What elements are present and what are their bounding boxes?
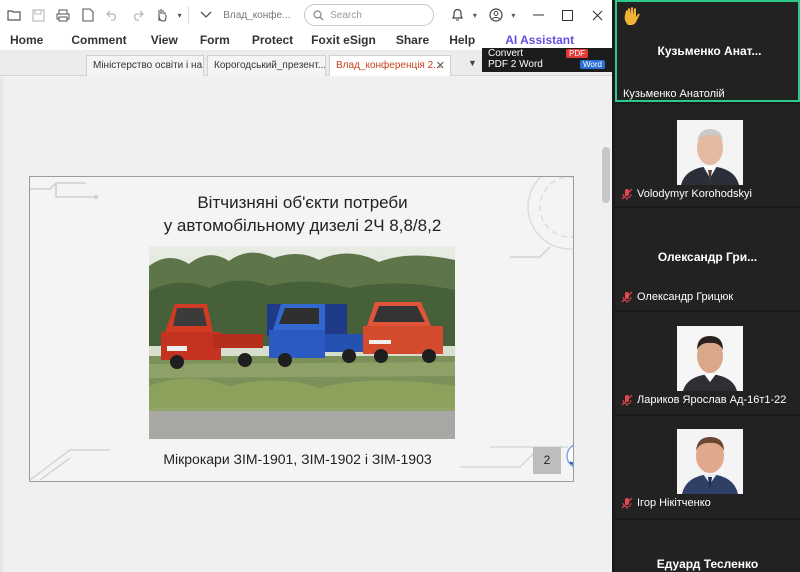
maximize-button[interactable] <box>553 0 583 30</box>
tab-list-dropdown-icon[interactable]: ▼ <box>468 58 477 68</box>
tab-document-3-active[interactable]: Влад_конференція 2... ✕ <box>329 55 451 76</box>
participant-name-label: Олександр Грицюк <box>637 291 734 303</box>
page-icon[interactable] <box>77 4 99 26</box>
participant-tile-4[interactable]: Лариков Ярослав Ад-16т1-22 <box>615 312 800 414</box>
search-placeholder: Search <box>330 9 362 21</box>
participant-tile-2[interactable]: Volodymyr Korohodskyi <box>615 104 800 206</box>
muted-mic-icon <box>621 291 633 303</box>
menu-form[interactable]: Form <box>188 33 240 47</box>
muted-mic-icon <box>621 497 633 509</box>
pdf-page-slide: Вітчизняні об'єкти потреби у автомобільн… <box>29 176 574 482</box>
print-icon[interactable] <box>52 4 74 26</box>
tab-document-1[interactable]: Міністерство освіти і на... <box>86 55 204 76</box>
close-tab-icon[interactable]: ✕ <box>436 59 445 72</box>
close-window-button[interactable] <box>582 0 612 30</box>
participant-name-label: Лариков Ярослав Ад-16т1-22 <box>637 394 787 406</box>
slide-title-line-2: у автомобільному дизелі 2Ч 8,8/8,2 <box>163 216 442 235</box>
participant-display-name: Кузьменко Анат... <box>657 44 762 58</box>
vertical-scrollbar[interactable] <box>600 77 612 572</box>
participant-display-name: Едуард Тесленко <box>656 557 759 571</box>
menu-protect[interactable]: Protect <box>240 33 303 47</box>
slide-title-line-1: Вітчизняні об'єкти потреби <box>197 193 408 212</box>
open-folder-icon[interactable] <box>3 4 25 26</box>
scrollbar-thumb[interactable] <box>602 147 610 203</box>
zoom-participants-panel: Кузьменко Анат... Кузьменко Анатолій Vol… <box>612 0 800 572</box>
account-dropdown-icon[interactable]: ▾ <box>509 4 517 26</box>
menu-view[interactable]: View <box>137 33 188 47</box>
slide-page-number: 2 <box>533 447 561 474</box>
university-logo-icon <box>566 444 573 468</box>
menu-home[interactable]: Home <box>0 33 53 47</box>
muted-mic-icon <box>621 394 633 406</box>
customize-toolbar-icon[interactable] <box>196 4 218 26</box>
menu-ai-assistant[interactable]: AI Assistant <box>485 33 584 47</box>
participant-name-label: Кузьменко Анатолій <box>623 88 725 100</box>
raised-hand-icon <box>624 7 640 25</box>
participant-name-label: Ігор Нікітченко <box>637 497 711 509</box>
notification-bell-icon[interactable] <box>446 4 468 26</box>
foxit-window: ▾ Влад_конфе... Search ▾ ▾ Home Comment <box>0 0 612 572</box>
participant-tile-3[interactable]: Олександр Гри... Олександр Грицюк <box>615 208 800 310</box>
tab-label: Міністерство освіти і на... <box>93 60 204 71</box>
redo-icon[interactable] <box>126 4 148 26</box>
participant-tile-1[interactable]: Кузьменко Анат... Кузьменко Анатолій <box>615 0 800 102</box>
muted-mic-icon <box>621 188 633 200</box>
menu-comment[interactable]: Comment <box>53 33 136 47</box>
minimize-button[interactable] <box>523 0 553 30</box>
participant-tile-6[interactable]: Едуард Тесленко <box>615 520 800 572</box>
menu-help[interactable]: Help <box>439 33 485 47</box>
tab-document-2[interactable]: Корогодський_презент... <box>207 55 326 76</box>
toolbar-separator <box>187 6 189 24</box>
save-icon[interactable] <box>28 4 50 26</box>
participant-display-name: Олександр Гри... <box>657 250 758 264</box>
convert-pdf-to-word-ad[interactable]: Convert PDF 2 Word PDF Word <box>482 48 612 72</box>
quick-access-toolbar: ▾ Влад_конфе... Search ▾ ▾ <box>0 0 612 30</box>
participant-avatar <box>677 429 743 494</box>
search-icon <box>313 9 324 20</box>
participant-avatar <box>677 326 743 391</box>
navigation-panel-edge[interactable] <box>0 77 3 572</box>
participant-name-label: Volodymyr Korohodskyi <box>637 188 752 200</box>
participant-avatar <box>677 120 743 185</box>
ribbon-menu: Home Comment View Form Protect Foxit eSi… <box>0 30 612 50</box>
undo-icon[interactable] <box>102 4 124 26</box>
hand-tool-dropdown-icon[interactable]: ▾ <box>176 4 184 26</box>
microcars-photo <box>149 246 455 439</box>
document-title: Влад_конфе... <box>223 9 291 21</box>
pdf-badge: PDF <box>566 49 588 58</box>
convert-ad-line1: Convert <box>488 48 524 59</box>
tab-label: Влад_конференція 2... <box>336 60 442 71</box>
hand-tool-icon[interactable] <box>151 4 173 26</box>
convert-ad-line2: PDF 2 Word <box>488 59 543 70</box>
slide-caption: Мікрокари ЗІМ-1901, ЗІМ-1902 і ЗІМ-1903 <box>163 451 432 467</box>
participant-tile-5[interactable]: Ігор Нікітченко <box>615 416 800 518</box>
menu-share[interactable]: Share <box>386 33 439 47</box>
notification-dropdown-icon[interactable]: ▾ <box>471 4 479 26</box>
account-icon[interactable] <box>485 4 507 26</box>
tab-label: Корогодський_презент... <box>214 60 326 71</box>
word-badge: Word <box>580 60 605 69</box>
menu-foxit-esign[interactable]: Foxit eSign <box>303 33 386 47</box>
search-input[interactable]: Search <box>304 4 435 26</box>
